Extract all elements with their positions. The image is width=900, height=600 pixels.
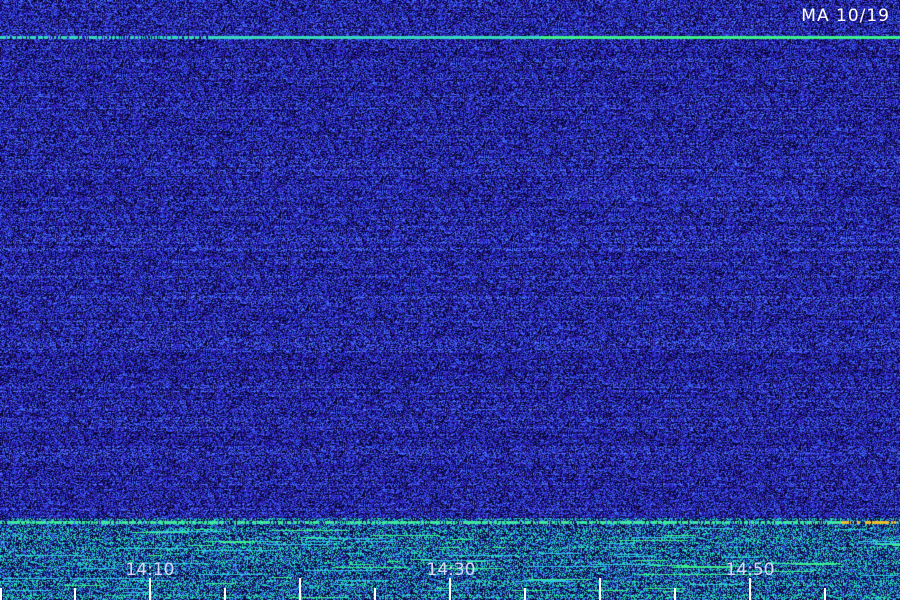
- time-axis-tick: [74, 588, 76, 600]
- time-axis-tick: [0, 588, 2, 600]
- time-axis-tick: [149, 578, 151, 600]
- time-axis-label-1450: 14:50: [725, 560, 775, 580]
- time-axis-tick: [299, 578, 301, 600]
- time-axis-tick: [749, 578, 751, 600]
- time-axis-tick: [449, 578, 451, 600]
- time-axis-label-1430: 14:30: [426, 560, 476, 580]
- time-axis-tick: [224, 588, 226, 600]
- time-axis-tick: [374, 588, 376, 600]
- time-axis-tick: [524, 588, 526, 600]
- station-date-label: MA 10/19: [801, 6, 890, 26]
- spectrogram-image: [0, 0, 900, 600]
- time-axis-tick: [674, 588, 676, 600]
- time-axis-tick: [599, 578, 601, 600]
- time-axis-label-1410: 14:10: [125, 560, 175, 580]
- time-axis-tick: [824, 588, 826, 600]
- spectrogram-viewer: MA 10/19 14:10 14:30 14:50: [0, 0, 900, 600]
